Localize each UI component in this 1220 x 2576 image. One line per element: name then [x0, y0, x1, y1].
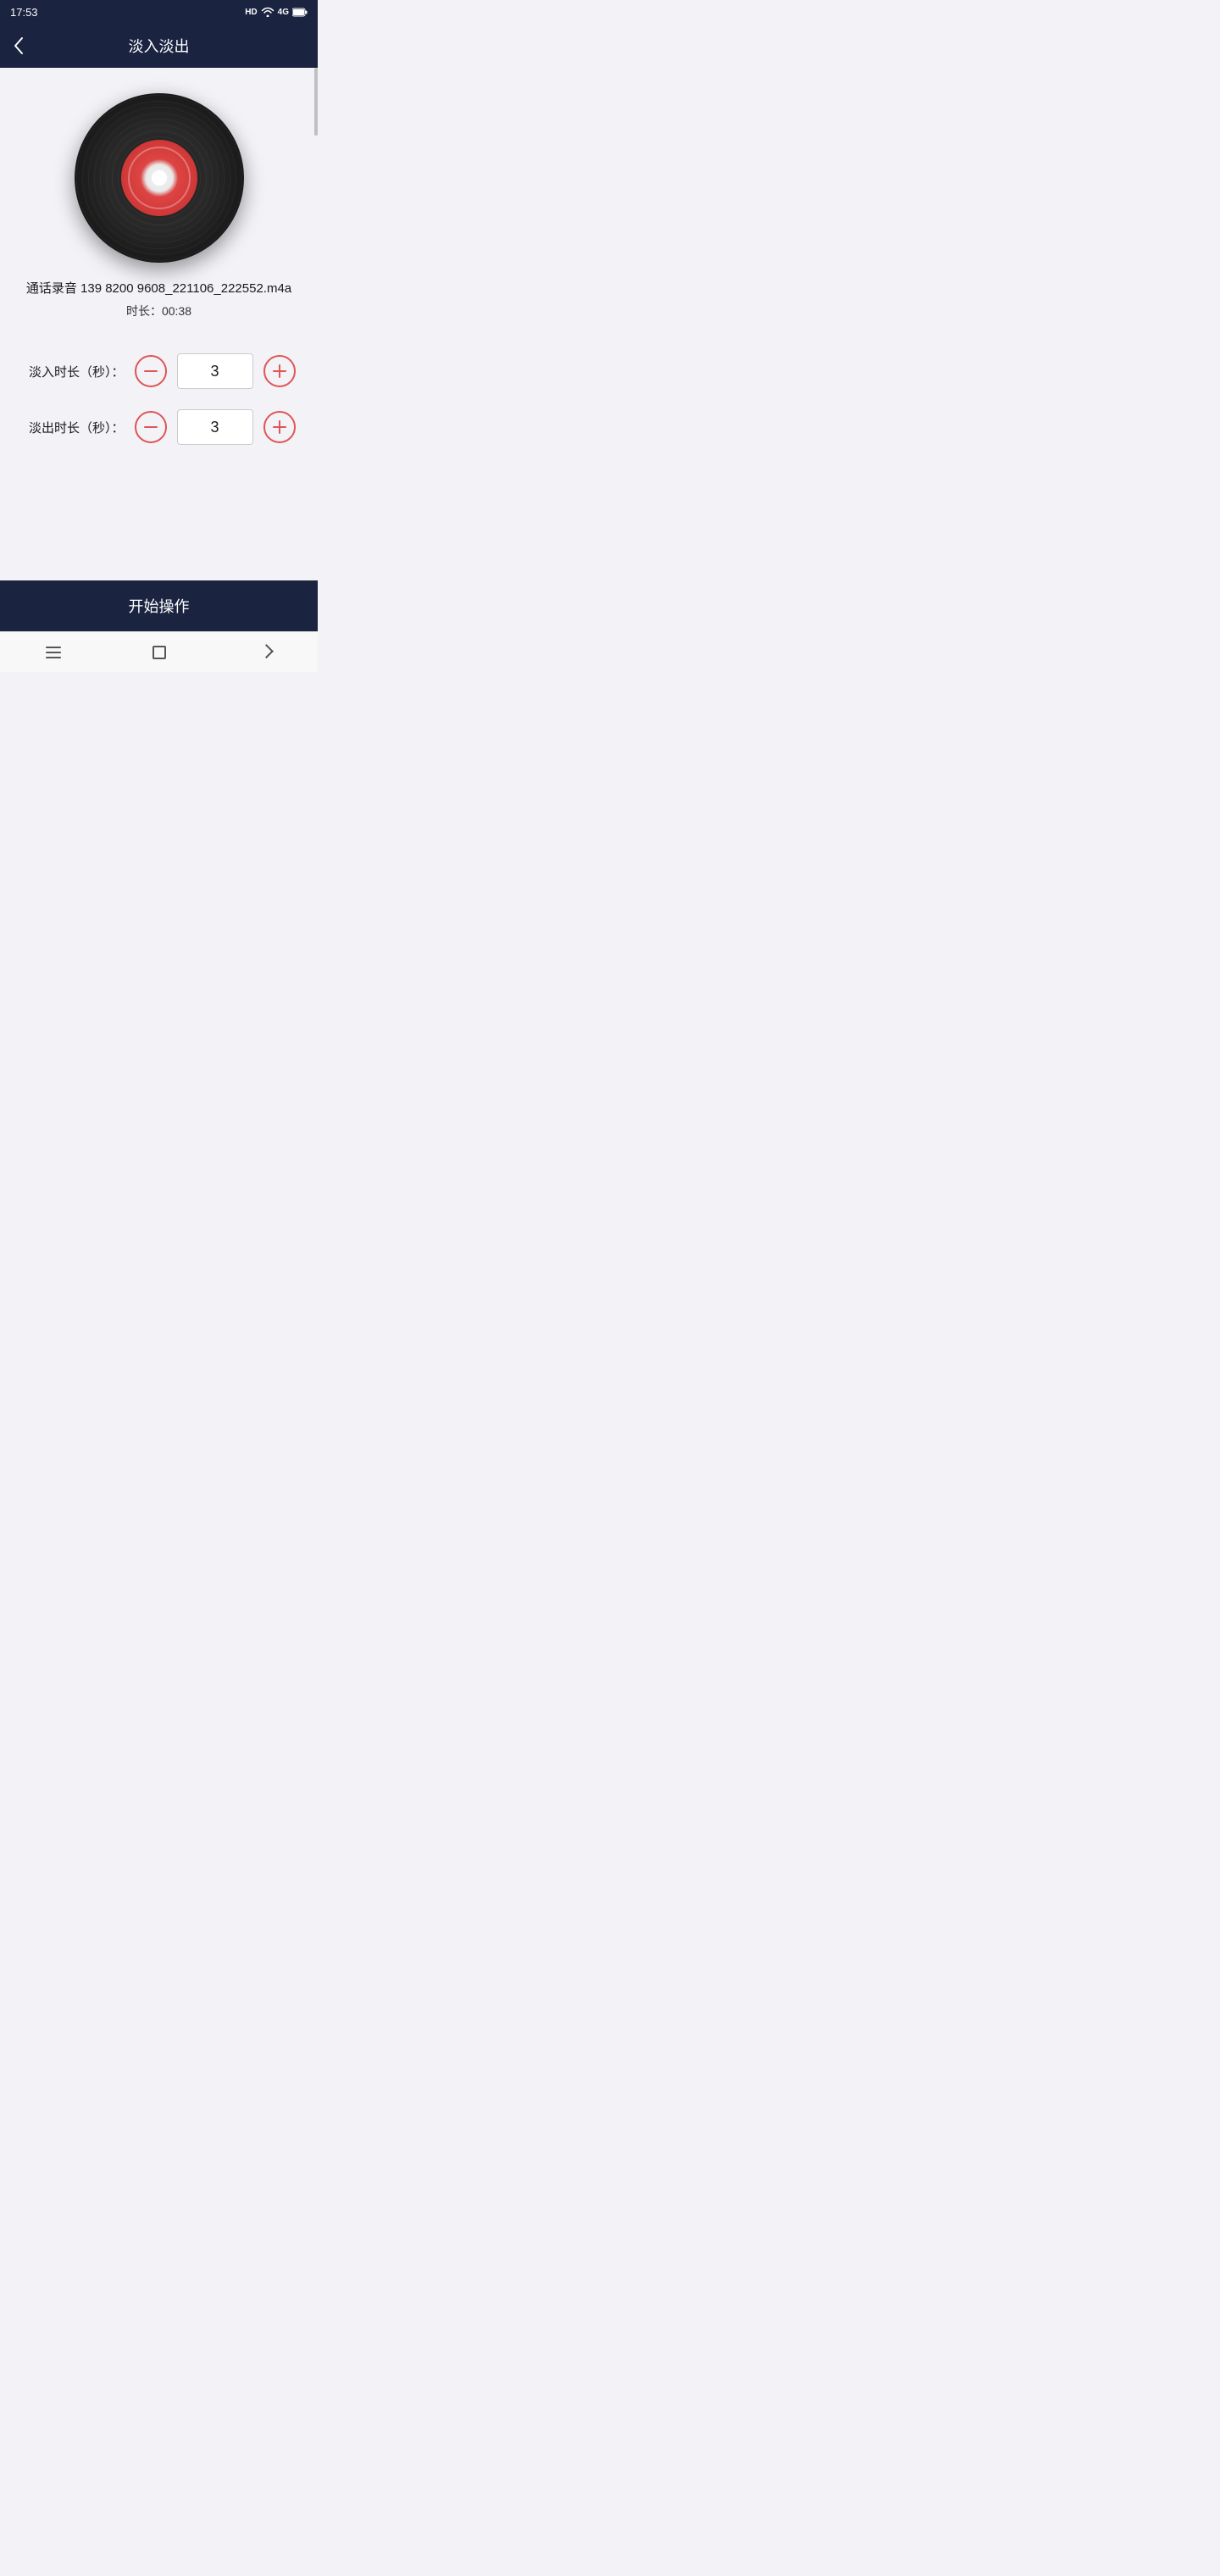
status-bar: 17:53 HD 4G [0, 0, 318, 24]
fade-in-row: 淡入时长（秒）： [17, 353, 301, 389]
system-nav-home[interactable] [142, 636, 176, 669]
menu-lines-icon [46, 647, 61, 658]
signal-label: 4G [278, 8, 289, 17]
vinyl-label [121, 140, 197, 216]
vinyl-record-container [75, 93, 244, 263]
back-chevron-icon [258, 644, 273, 658]
scroll-indicator[interactable] [314, 68, 318, 136]
system-nav-menu[interactable] [36, 636, 70, 669]
main-content: 通话录音 139 8200 9608_221106_222552.m4a 时长：… [0, 68, 318, 580]
file-name: 通话录音 139 8200 9608_221106_222552.m4a [26, 280, 291, 297]
fade-out-decrease-button[interactable] [135, 411, 167, 443]
home-square-icon [152, 646, 166, 659]
hd-icon: HD [245, 8, 257, 17]
back-button[interactable] [14, 36, 24, 55]
system-nav-back[interactable] [248, 636, 282, 669]
vinyl-center-hole [152, 170, 167, 186]
status-time: 17:53 [10, 6, 38, 19]
controls-section: 淡入时长（秒）： 淡出时长（秒）： [17, 353, 301, 445]
bottom-bar: 开始操作 [0, 580, 318, 631]
fade-in-decrease-button[interactable] [135, 355, 167, 387]
vinyl-record [75, 93, 244, 263]
battery-icon [292, 8, 308, 17]
wifi-icon [261, 7, 274, 17]
page-title: 淡入淡出 [129, 35, 190, 57]
fade-in-input[interactable] [177, 353, 253, 389]
fade-in-increase-button[interactable] [263, 355, 296, 387]
nav-bar: 淡入淡出 [0, 24, 318, 68]
status-icons: HD 4G [245, 7, 308, 17]
fade-in-label: 淡入时长（秒）： [23, 363, 125, 380]
system-nav-bar [0, 631, 318, 672]
fade-out-label: 淡出时长（秒）： [23, 419, 125, 436]
fade-out-row: 淡出时长（秒）： [17, 409, 301, 445]
fade-out-input[interactable] [177, 409, 253, 445]
fade-out-increase-button[interactable] [263, 411, 296, 443]
file-duration: 时长：00:38 [126, 303, 191, 319]
start-button[interactable]: 开始操作 [129, 595, 190, 617]
